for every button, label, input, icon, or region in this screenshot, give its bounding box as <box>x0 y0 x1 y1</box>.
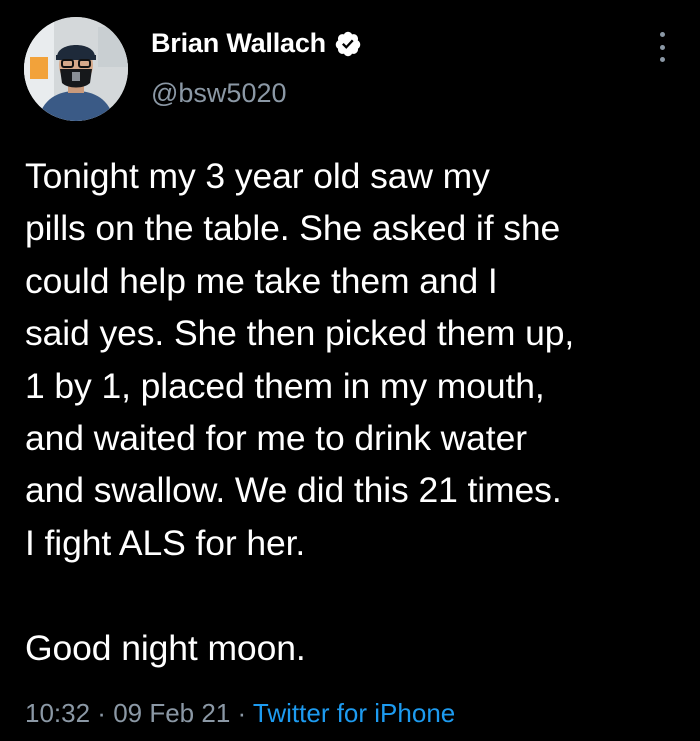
tweet-text: Tonight my 3 year old saw my pills on th… <box>25 156 575 668</box>
tweet-source-link[interactable]: Twitter for iPhone <box>253 698 455 728</box>
more-dot <box>659 44 665 50</box>
tweet-meta: 10:32 · 09 Feb 21 · Twitter for iPhone <box>25 698 455 729</box>
avatar[interactable] <box>24 17 128 121</box>
verified-badge-icon <box>334 30 362 58</box>
tweet-date[interactable]: 09 Feb 21 <box>113 698 230 728</box>
author-name-row: Brian Wallach <box>151 28 362 59</box>
tweet: Brian Wallach @bsw5020 Tonight my 3 year… <box>0 0 700 741</box>
avatar-image <box>24 17 128 121</box>
more-dot <box>659 57 665 62</box>
meta-separator: · <box>90 698 114 728</box>
author-handle[interactable]: @bsw5020 <box>151 78 287 109</box>
author-display-name[interactable]: Brian Wallach <box>151 28 326 59</box>
tweet-time[interactable]: 10:32 <box>25 698 90 728</box>
meta-separator: · <box>230 698 253 728</box>
more-vertical-icon[interactable] <box>654 32 670 62</box>
more-dot <box>659 32 665 37</box>
